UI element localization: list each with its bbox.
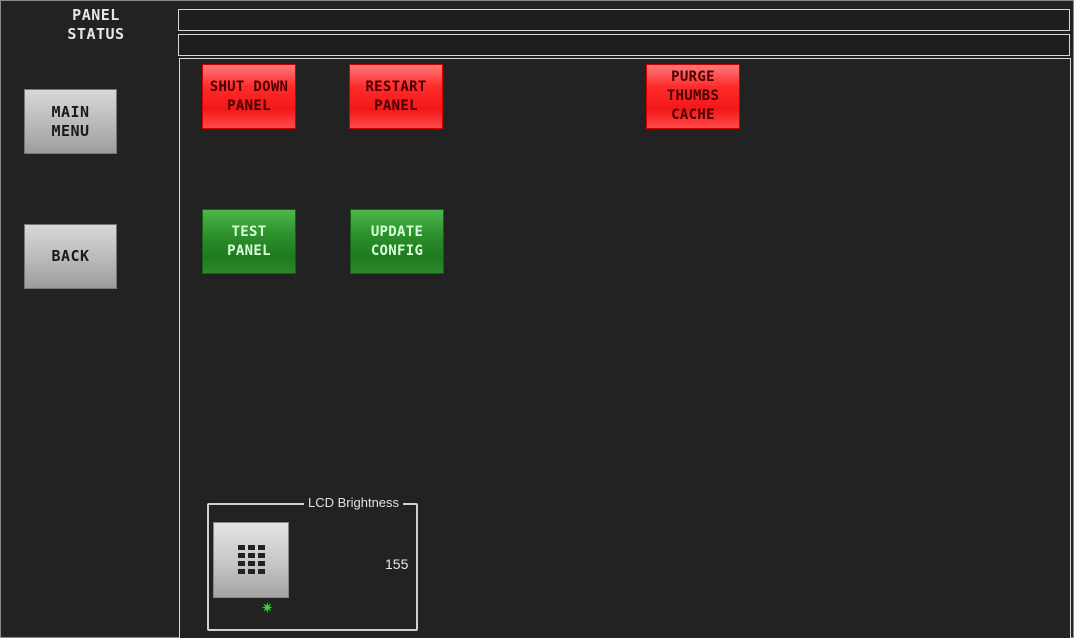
lcd-brightness-value: 155 <box>385 556 409 572</box>
purge-thumbs-cache-button[interactable]: PURGE THUMBS CACHE <box>646 64 740 129</box>
lcd-brightness-group: LCD Brightness 155 ✷ <box>207 495 418 631</box>
keypad-icon <box>238 545 266 575</box>
lcd-brightness-label: LCD Brightness <box>304 495 404 510</box>
keypad-button[interactable] <box>213 522 289 598</box>
status-bar-bottom <box>178 34 1070 56</box>
back-button[interactable]: BACK <box>24 224 117 289</box>
shut-down-panel-button[interactable]: SHUT DOWN PANEL <box>202 64 296 129</box>
status-bar-top <box>178 9 1070 31</box>
update-config-button[interactable]: UPDATE CONFIG <box>350 209 444 274</box>
status-star-icon: ✷ <box>261 599 274 617</box>
main-menu-button[interactable]: MAIN MENU <box>24 89 117 154</box>
test-panel-button[interactable]: TEST PANEL <box>202 209 296 274</box>
page-title: PANEL STATUS <box>67 6 125 43</box>
restart-panel-button[interactable]: RESTART PANEL <box>349 64 443 129</box>
